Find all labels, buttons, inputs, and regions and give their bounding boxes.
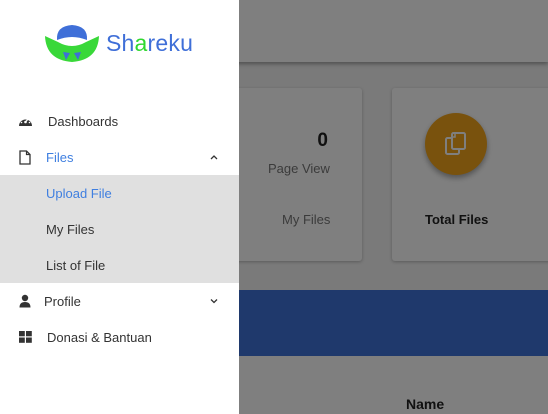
submenu-item-label: List of File [46,258,106,273]
submenu-item-list-of-file[interactable]: List of File [0,247,239,283]
sidebar-item-files[interactable]: Files [0,139,239,175]
sidebar-item-label: Files [46,149,74,165]
submenu-item-my-files[interactable]: My Files [0,211,239,247]
grid-icon [17,330,33,344]
shareku-logo-icon [45,25,99,62]
sidebar-item-label: Dashboards [48,113,119,129]
sidebar-drawer: Shareku Dashboards Files Upload File My … [0,0,239,414]
submenu-item-label: Upload File [46,186,112,201]
chevron-up-icon [210,155,218,160]
submenu-item-label: My Files [46,222,95,237]
chevron-down-icon [210,299,218,304]
sidebar-item-label: Profile [44,293,81,309]
submenu-item-upload-file[interactable]: Upload File [0,175,239,211]
file-icon [17,149,33,165]
logo-wordmark: Shareku [106,29,194,56]
sidebar-item-label: Donasi & Bantuan [47,329,152,345]
user-icon [17,294,33,308]
files-submenu: Upload File My Files List of File [0,175,239,283]
sidebar-item-profile[interactable]: Profile [0,283,239,319]
dashboard-gauge-icon [17,114,33,128]
sidebar-item-donasi-bantuan[interactable]: Donasi & Bantuan [0,319,239,355]
sidebar-item-dashboards[interactable]: Dashboards [0,103,239,139]
shareku-logo[interactable]: Shareku [42,22,193,64]
